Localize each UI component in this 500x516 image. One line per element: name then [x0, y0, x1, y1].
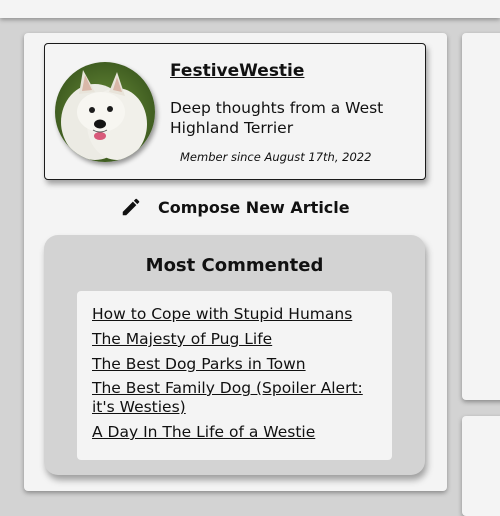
pencil-icon	[122, 198, 140, 216]
article-link[interactable]: The Majesty of Pug Life	[92, 330, 272, 349]
article-link[interactable]: The Best Family Dog (Spoiler Alert: it's…	[92, 379, 382, 417]
list-item: A Day In The Life of a Westie	[92, 422, 392, 442]
westie-avatar-image	[55, 62, 155, 162]
member-since-text: Member since August 17th, 2022	[180, 150, 372, 164]
sidebar-panel: FestiveWestie Deep thoughts from a West …	[24, 33, 447, 491]
most-commented-panel: Most Commented How to Cope with Stupid H…	[44, 235, 425, 475]
profile-tagline: Deep thoughts from a West Highland Terri…	[170, 99, 384, 137]
article-link[interactable]: The Best Dog Parks in Town	[92, 355, 306, 374]
list-item: The Best Dog Parks in Town	[92, 354, 392, 374]
article-link[interactable]: A Day In The Life of a Westie	[92, 423, 315, 442]
content-panel-top	[462, 33, 500, 400]
list-item: The Majesty of Pug Life	[92, 329, 392, 349]
compose-label: Compose New Article	[158, 197, 350, 217]
top-navigation-bar	[0, 0, 500, 18]
compose-new-article-button[interactable]: Compose New Article	[120, 195, 350, 219]
profile-card: FestiveWestie Deep thoughts from a West …	[44, 43, 426, 180]
article-link[interactable]: How to Cope with Stupid Humans	[92, 305, 352, 324]
most-commented-title: Most Commented	[145, 255, 324, 276]
profile-username-link[interactable]: FestiveWestie	[170, 61, 304, 81]
content-panel-bottom	[462, 416, 500, 516]
list-item: The Best Family Dog (Spoiler Alert: it's…	[92, 379, 392, 417]
profile-avatar[interactable]	[55, 62, 155, 162]
list-item: How to Cope with Stupid Humans	[92, 304, 392, 324]
most-commented-list: How to Cope with Stupid Humans The Majes…	[77, 291, 392, 460]
